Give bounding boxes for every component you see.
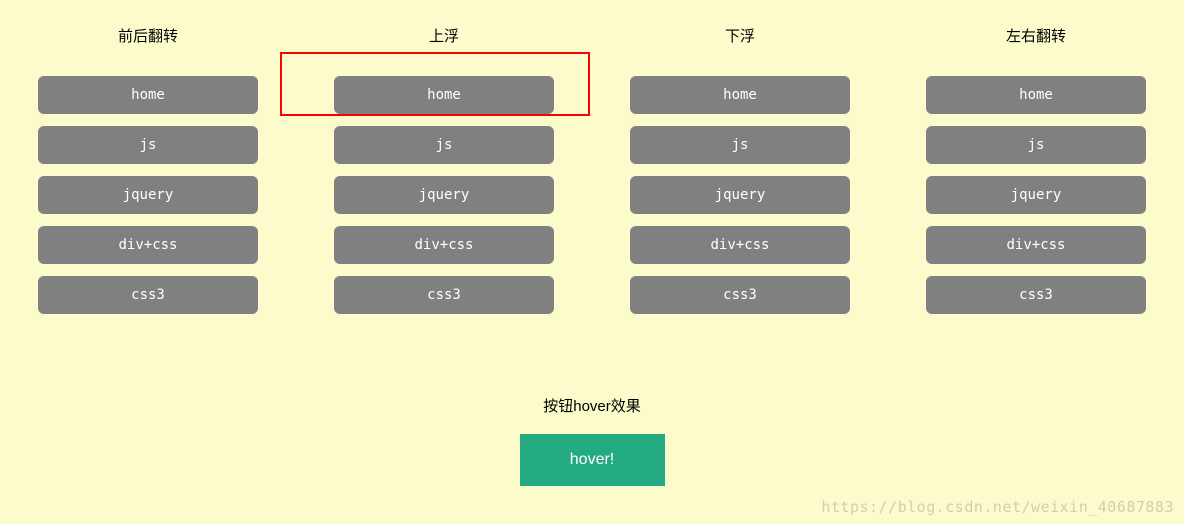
- nav-item-js[interactable]: js: [926, 126, 1146, 164]
- nav-item-js[interactable]: js: [334, 126, 554, 164]
- nav-item-jquery[interactable]: jquery: [38, 176, 258, 214]
- nav-item-css3[interactable]: css3: [38, 276, 258, 314]
- nav-item-home[interactable]: home: [926, 76, 1146, 114]
- column-float-up: 上浮 home js jquery div+css css3: [326, 25, 562, 326]
- hover-title: 按钮hover效果: [543, 395, 641, 416]
- nav-item-css3[interactable]: css3: [334, 276, 554, 314]
- nav-item-divcss[interactable]: div+css: [630, 226, 850, 264]
- nav-item-home[interactable]: home: [630, 76, 850, 114]
- nav-item-divcss[interactable]: div+css: [334, 226, 554, 264]
- nav-item-jquery[interactable]: jquery: [926, 176, 1146, 214]
- column-float-down: 下浮 home js jquery div+css css3: [622, 25, 858, 326]
- nav-item-home[interactable]: home: [38, 76, 258, 114]
- column-flip-front-back: 前后翻转 home js jquery div+css css3: [30, 25, 266, 326]
- nav-item-css3[interactable]: css3: [926, 276, 1146, 314]
- column-title: 左右翻转: [1006, 25, 1066, 46]
- nav-item-divcss[interactable]: div+css: [926, 226, 1146, 264]
- columns-container: 前后翻转 home js jquery div+css css3 上浮 home…: [0, 0, 1184, 326]
- column-title: 下浮: [725, 25, 755, 46]
- bottom-section: 按钮hover效果 hover!: [0, 395, 1184, 486]
- nav-item-js[interactable]: js: [630, 126, 850, 164]
- nav-item-jquery[interactable]: jquery: [334, 176, 554, 214]
- nav-item-js[interactable]: js: [38, 126, 258, 164]
- nav-item-jquery[interactable]: jquery: [630, 176, 850, 214]
- nav-item-divcss[interactable]: div+css: [38, 226, 258, 264]
- watermark: https://blog.csdn.net/weixin_40687883: [821, 498, 1174, 516]
- hover-button[interactable]: hover!: [520, 434, 665, 486]
- nav-item-css3[interactable]: css3: [630, 276, 850, 314]
- column-title: 前后翻转: [118, 25, 178, 46]
- nav-item-home[interactable]: home: [334, 76, 554, 114]
- column-title: 上浮: [429, 25, 459, 46]
- column-flip-left-right: 左右翻转 home js jquery div+css css3: [918, 25, 1154, 326]
